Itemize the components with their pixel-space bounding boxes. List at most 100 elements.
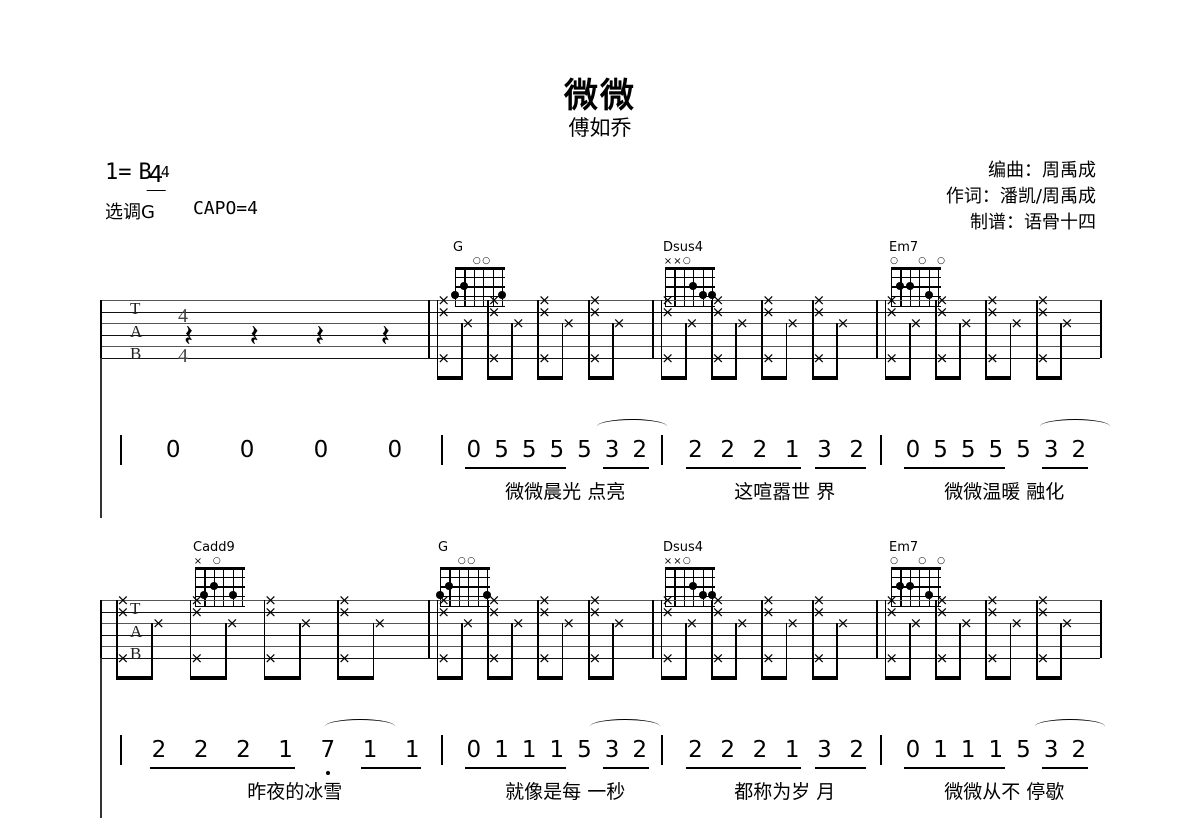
chord-open-mute-markers: ○ ○: [455, 256, 505, 267]
jianpu-note: 2: [193, 737, 209, 763]
jianpu-note: 2: [632, 437, 648, 463]
chord-name-label: Cadd9: [193, 540, 235, 555]
tie-slur: [1040, 419, 1110, 434]
muted-strum-notehead: ×: [588, 348, 602, 367]
note-stem: [511, 623, 513, 680]
jianpu-note: 2: [236, 737, 251, 763]
note-stem: [151, 623, 154, 680]
muted-strum-notehead: ×: [264, 602, 277, 621]
muted-strum-notehead: ×: [935, 348, 949, 367]
jianpu-note: 2: [151, 737, 167, 763]
muted-strum-notehead: ×: [190, 648, 204, 667]
eighth-beam: [537, 375, 562, 380]
tie-slur: [1035, 719, 1105, 734]
muted-strum-notehead: ×: [885, 648, 898, 667]
muted-strum-notehead: ×: [685, 314, 699, 332]
chord-name-label: G: [438, 540, 449, 555]
fret-line: [891, 576, 941, 578]
tie-slur: [325, 719, 395, 734]
finger-dot: [460, 281, 469, 290]
finger-dot: [698, 291, 707, 300]
fret-line: [440, 576, 490, 578]
note-stem: [985, 600, 988, 680]
muted-strum-notehead: ×: [986, 348, 999, 367]
muted-strum-notehead: ×: [735, 614, 749, 632]
muted-strum-notehead: ×: [661, 648, 674, 667]
eighth-beam: [811, 675, 837, 680]
note-stem: [761, 300, 764, 380]
jianpu-note: 5: [549, 437, 565, 463]
note-stem: [935, 300, 937, 380]
lyric-line: 微微从不 停歇: [944, 781, 1065, 803]
open-string-icon: ○: [918, 256, 927, 266]
note-stem: [660, 600, 663, 680]
jianpu-note: 5: [577, 737, 592, 763]
finger-dot: [698, 591, 707, 600]
nut: [891, 567, 941, 570]
finger-dot: [689, 581, 698, 590]
muted-strum-notehead: ×: [762, 648, 775, 667]
note-stem: [711, 300, 713, 380]
barline: [100, 300, 102, 358]
muted-strum-notehead: ×: [487, 348, 501, 367]
note-stem: [537, 600, 540, 680]
jianpu-note: 3: [817, 737, 832, 763]
muted-strum-notehead: ×: [661, 302, 674, 321]
muted-strum-notehead: ×: [190, 602, 204, 621]
open-string-icon: ○: [682, 556, 691, 566]
barline: [1100, 300, 1102, 358]
staff-line: [100, 623, 1100, 625]
jianpu-row-2: 2 2 2 1 7 1 1 昨夜的冰雪 0 1 1 1 5 3 2 就像是每 一秒 2 2 2 1 3 2 都称为岁 月01…: [0, 719, 1200, 815]
jianpu-barline: [120, 735, 122, 765]
muted-strum-notehead: ×: [1036, 348, 1050, 367]
note-stem: [811, 600, 814, 680]
note-stem: [884, 300, 887, 380]
muted-strum-notehead: ×: [511, 614, 525, 632]
muted-string-icon: ×: [663, 256, 673, 267]
jianpu-note: 1: [494, 737, 509, 763]
muted-strum-notehead: ×: [812, 302, 826, 321]
note-stem: [959, 323, 961, 380]
key-info-block: 1= B 4 4 选调G CAPO=4: [105, 160, 258, 224]
note-stem: [1035, 600, 1038, 680]
note-stem: [836, 623, 838, 680]
muted-strum-notehead: ×: [959, 614, 973, 632]
muted-strum-notehead: ×: [885, 302, 898, 321]
chord-name-label: G: [453, 240, 464, 255]
tie-slur: [597, 419, 667, 434]
eighth-beam: [935, 375, 960, 380]
muted-strum-notehead: ×: [461, 614, 475, 632]
muted-strum-notehead: ×: [885, 602, 898, 621]
note-stem: [115, 600, 118, 680]
capo-value: CAPO=4: [192, 198, 258, 219]
jianpu-note: 3: [1043, 737, 1059, 763]
muted-strum-notehead: ×: [762, 602, 775, 621]
open-string-icon: ○: [467, 556, 476, 566]
chord-name-label: Em7: [889, 240, 919, 255]
muted-strum-notehead: ×: [986, 602, 999, 621]
eighth-beam: [660, 375, 685, 380]
fret-line: [195, 576, 245, 578]
muted-strum-notehead: ×: [612, 314, 626, 332]
fret-line: [665, 576, 715, 578]
muted-strum-notehead: ×: [1060, 614, 1074, 632]
jianpu-note: 0: [905, 437, 921, 463]
chord-name-label: Dsus4: [663, 540, 704, 555]
chord-open-mute-markers: × ○: [194, 556, 245, 567]
open-string-icon: ○: [918, 556, 927, 566]
fret-line: [195, 586, 245, 588]
note-stem: [935, 600, 937, 680]
muted-strum-notehead: ×: [437, 648, 450, 667]
muted-strum-notehead: ×: [612, 614, 626, 632]
open-string-icon: ○: [457, 556, 466, 566]
barline: [1100, 600, 1102, 658]
muted-strum-notehead: ×: [812, 648, 826, 667]
tie-slur: [590, 719, 660, 734]
key-prefix: 1=: [105, 160, 132, 185]
muted-strum-notehead: ×: [538, 648, 551, 667]
jianpu-note: 5: [577, 437, 592, 463]
jianpu-beam: [686, 467, 802, 469]
muted-strum-notehead: ×: [538, 602, 551, 621]
jianpu-beam: [686, 767, 802, 769]
muted-strum-notehead: ×: [437, 602, 450, 621]
